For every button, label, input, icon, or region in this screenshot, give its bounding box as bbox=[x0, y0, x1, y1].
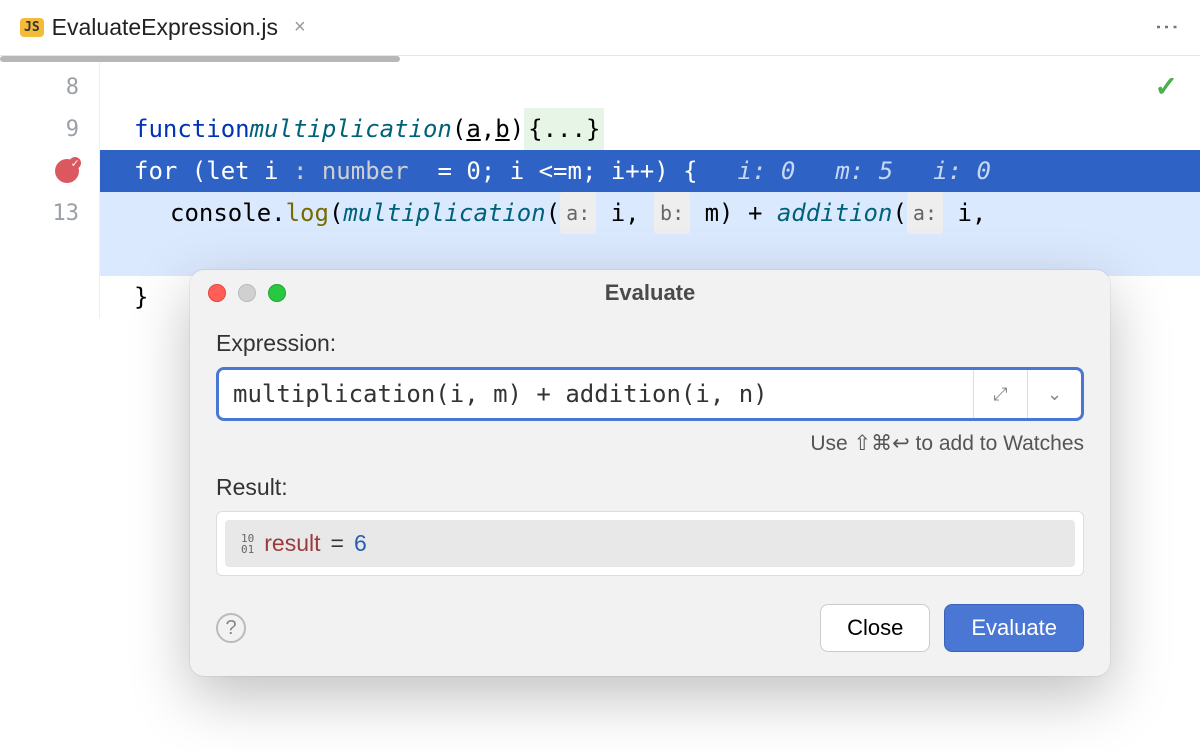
result-label: Result: bbox=[216, 474, 1084, 501]
result-name: result bbox=[264, 530, 320, 557]
param-hint: a: bbox=[907, 192, 943, 234]
param-hint: a: bbox=[560, 192, 596, 234]
gutter-line[interactable]: 8 bbox=[0, 66, 79, 108]
more-menu-icon[interactable]: ⋮ bbox=[1152, 15, 1180, 41]
inline-debug-value: i: 0 bbox=[738, 150, 796, 192]
evaluate-button[interactable]: Evaluate bbox=[944, 604, 1084, 652]
inline-debug-value: i: 0 bbox=[933, 150, 991, 192]
window-controls bbox=[190, 284, 286, 302]
param-hint: b: bbox=[654, 192, 690, 234]
dialog-titlebar[interactable]: Evaluate bbox=[190, 270, 1110, 316]
window-close-icon[interactable] bbox=[208, 284, 226, 302]
gutter: 8 ❯ 9 13 bbox=[0, 56, 100, 318]
fold-icon[interactable]: ❯ bbox=[0, 120, 2, 139]
js-file-icon: JS bbox=[20, 18, 44, 37]
result-row[interactable]: 10 01 result = 6 bbox=[225, 520, 1075, 567]
result-box: 10 01 result = 6 bbox=[216, 511, 1084, 576]
expand-icon[interactable]: ⤢ bbox=[973, 370, 1027, 418]
gutter-line[interactable]: 13 bbox=[0, 192, 79, 234]
primitive-value-icon: 10 01 bbox=[241, 533, 254, 555]
folded-region[interactable]: {...} bbox=[524, 108, 604, 150]
window-zoom-icon[interactable] bbox=[268, 284, 286, 302]
shortcut-hint: Use ⇧⌘↩ to add to Watches bbox=[216, 431, 1084, 456]
code-line[interactable] bbox=[100, 66, 1200, 108]
window-minimize-icon[interactable] bbox=[238, 284, 256, 302]
help-button[interactable]: ? bbox=[216, 613, 246, 643]
expression-input-row: ⤢ ⌄ bbox=[216, 367, 1084, 421]
execution-line[interactable]: for (let i : number = 0; i <=m; i++) {i:… bbox=[100, 150, 1200, 192]
expression-input[interactable] bbox=[219, 370, 973, 418]
tab-bar: JS EvaluateExpression.js × ⋮ bbox=[0, 0, 1200, 56]
tab-filename: EvaluateExpression.js bbox=[52, 14, 278, 41]
close-tab-icon[interactable]: × bbox=[294, 16, 306, 39]
code-line[interactable]: function multiplication(a,b) {...} bbox=[100, 108, 1200, 150]
close-button[interactable]: Close bbox=[820, 604, 930, 652]
dialog-title: Evaluate bbox=[190, 280, 1110, 306]
params: (a,b) bbox=[452, 108, 524, 150]
inline-debug-value: m: 5 bbox=[835, 150, 893, 192]
file-tab[interactable]: JS EvaluateExpression.js × bbox=[12, 0, 314, 55]
history-dropdown-icon[interactable]: ⌄ bbox=[1027, 370, 1081, 418]
evaluate-dialog: Evaluate Expression: ⤢ ⌄ Use ⇧⌘↩ to add … bbox=[190, 270, 1110, 676]
code-line[interactable]: console.log(multiplication( a: i, b: m) … bbox=[100, 192, 1200, 234]
gutter-line[interactable]: ❯ 9 bbox=[0, 108, 79, 150]
breakpoint-marker[interactable] bbox=[0, 150, 79, 192]
result-value: 6 bbox=[354, 530, 367, 557]
breakpoint-icon[interactable] bbox=[55, 159, 79, 183]
expression-label: Expression: bbox=[216, 330, 1084, 357]
